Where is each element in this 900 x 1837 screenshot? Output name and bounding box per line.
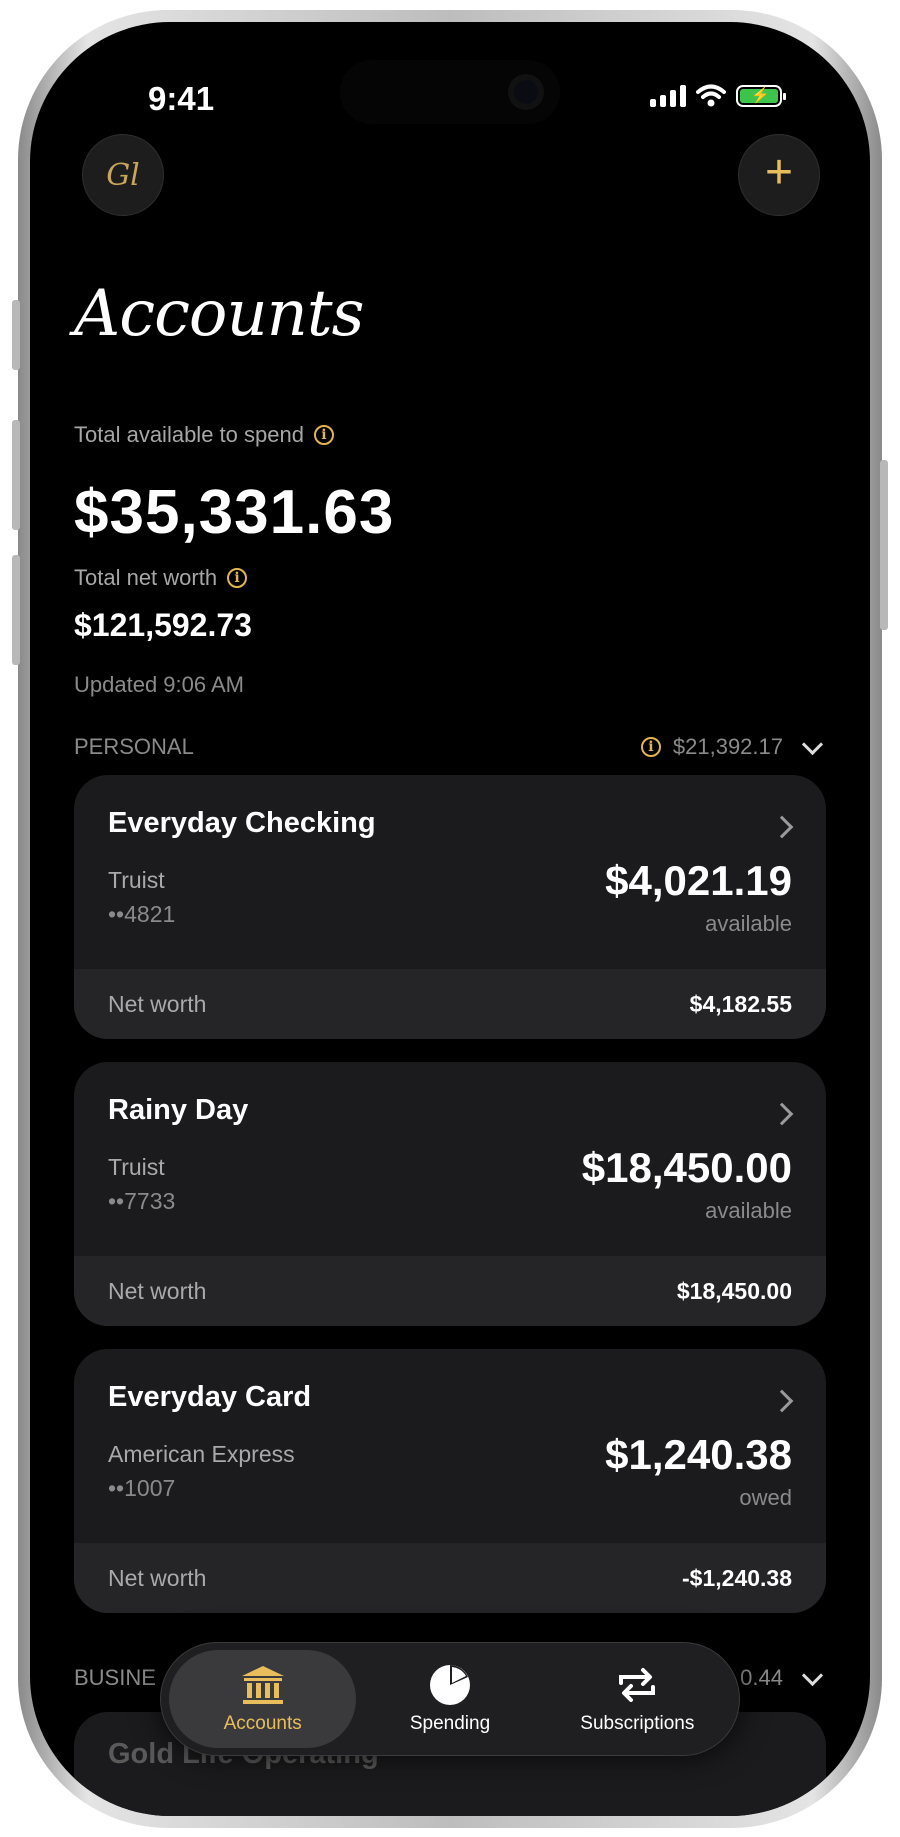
net-worth-label: Net worth xyxy=(108,1277,207,1304)
net-worth-label-row: Total net worth i xyxy=(74,565,248,591)
card-footer: Net worth $18,450.00 xyxy=(74,1256,826,1326)
pie-chart-icon xyxy=(428,1663,472,1707)
power-button xyxy=(880,460,888,630)
account-name: Rainy Day xyxy=(108,1094,249,1126)
add-account-button[interactable]: + xyxy=(738,134,820,216)
tab-subscriptions[interactable]: Subscriptions xyxy=(544,1650,731,1748)
account-institution: American Express xyxy=(108,1441,295,1467)
net-worth-label: Net worth xyxy=(108,990,207,1017)
section-total-row: i $21,392.17 xyxy=(640,733,826,760)
account-card[interactable]: Everyday Checking Truist ••4821 $4,021.1… xyxy=(74,775,826,1039)
repeat-icon xyxy=(615,1663,659,1707)
section-header-personal[interactable]: PERSONAL i $21,392.17 xyxy=(74,733,826,760)
tab-label: Subscriptions xyxy=(580,1713,695,1734)
tab-label: Spending xyxy=(409,1713,491,1734)
account-amount: $1,240.38 xyxy=(605,1431,792,1478)
bank-icon xyxy=(240,1663,286,1707)
screen: 9:41 ⚡ Gl + Accounts Total available to … xyxy=(30,22,870,1816)
chevron-down-icon[interactable] xyxy=(801,1664,824,1686)
signal-icon xyxy=(650,85,686,107)
account-card[interactable]: Rainy Day Truist ••7733 $18,450.00 avail… xyxy=(74,1062,826,1326)
chevron-down-icon[interactable] xyxy=(801,733,824,755)
profile-avatar-button[interactable]: Gl xyxy=(82,134,164,216)
status-time: 9:41 xyxy=(148,80,215,117)
card-footer: Net worth -$1,240.38 xyxy=(74,1543,826,1613)
chevron-right-icon xyxy=(770,815,794,839)
status-icons: ⚡ xyxy=(650,84,786,108)
net-worth-amount: $121,592.73 xyxy=(74,607,252,643)
net-worth-value: -$1,240.38 xyxy=(682,1564,792,1591)
tab-label: Accounts xyxy=(223,1713,302,1734)
updated-timestamp: Updated 9:06 AM xyxy=(74,672,245,697)
account-institution: Truist xyxy=(108,867,165,893)
section-total-row: 0.44 xyxy=(740,1664,826,1691)
available-label: Total available to spend xyxy=(74,422,304,447)
account-card[interactable]: Everyday Card American Express ••1007 $1… xyxy=(74,1349,826,1613)
account-amount: $18,450.00 xyxy=(581,1144,792,1191)
account-status: available xyxy=(705,911,792,936)
volume-up-button xyxy=(12,420,20,530)
volume-down-button xyxy=(12,555,20,665)
net-worth-value: $4,182.55 xyxy=(689,990,792,1017)
battery-icon: ⚡ xyxy=(736,85,786,107)
available-amount: $35,331.63 xyxy=(74,478,395,547)
section-total: $21,392.17 xyxy=(672,734,783,759)
net-worth-value: $18,450.00 xyxy=(676,1277,792,1304)
tab-accounts[interactable]: Accounts xyxy=(169,1650,357,1748)
account-status: available xyxy=(705,1198,792,1223)
chevron-right-icon xyxy=(770,1102,794,1126)
section-label: BUSINE xyxy=(74,1665,156,1690)
account-institution: Truist xyxy=(108,1154,165,1180)
account-name: Everyday Card xyxy=(108,1381,312,1413)
wifi-icon xyxy=(696,84,726,107)
page-title: Accounts xyxy=(74,277,364,351)
available-label-row: Total available to spend i xyxy=(74,422,334,448)
net-worth-label: Net worth xyxy=(108,1564,207,1591)
account-name: Everyday Checking xyxy=(108,807,376,839)
chevron-right-icon xyxy=(770,1389,794,1413)
section-total: 0.44 xyxy=(740,1665,783,1690)
action-button xyxy=(12,300,20,370)
account-mask: ••4821 xyxy=(108,901,176,927)
account-mask: ••1007 xyxy=(108,1475,176,1501)
account-amount: $4,021.19 xyxy=(605,857,792,904)
plus-icon: + xyxy=(764,146,794,199)
account-status: owed xyxy=(739,1485,792,1510)
info-icon[interactable]: i xyxy=(313,425,334,445)
info-icon[interactable]: i xyxy=(227,568,248,588)
tab-spending[interactable]: Spending xyxy=(356,1650,543,1748)
card-footer: Net worth $4,182.55 xyxy=(74,969,826,1039)
net-worth-label: Total net worth xyxy=(74,565,218,590)
monogram-logo: Gl xyxy=(106,157,140,193)
account-mask: ••7733 xyxy=(108,1188,176,1214)
camera xyxy=(508,74,544,110)
tab-bar: Accounts Spending Subscriptions xyxy=(160,1642,740,1756)
section-label: PERSONAL xyxy=(74,734,194,759)
info-icon[interactable]: i xyxy=(640,737,661,757)
